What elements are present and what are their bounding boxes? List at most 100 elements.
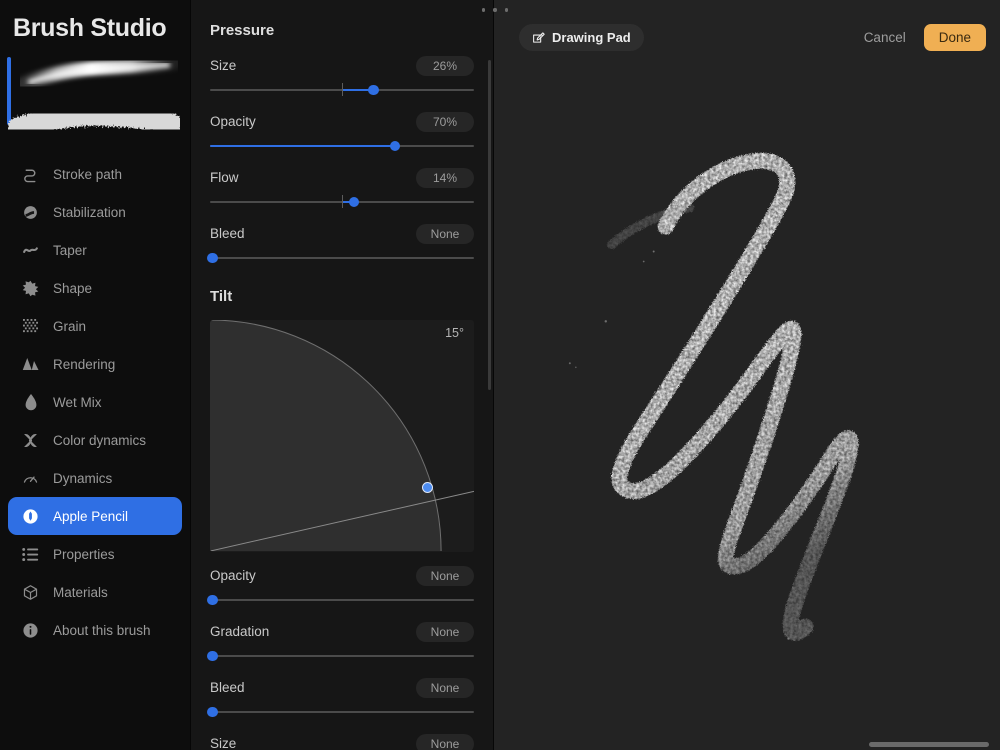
sidebar-item-about-this-brush[interactable]: About this brush: [8, 611, 182, 649]
slider-center-tick: [342, 195, 343, 208]
control-tilt-opacity: Opacity None: [210, 552, 474, 608]
control-label: Size: [210, 58, 236, 73]
sidebar-item-wet-mix[interactable]: Wet Mix: [8, 383, 182, 421]
slider-knob[interactable]: [207, 651, 218, 662]
tilt-pad-graphic: [210, 320, 474, 551]
slider-pressure-size[interactable]: [210, 82, 474, 98]
control-pressure-flow: Flow 14%: [210, 154, 474, 210]
slider-knob[interactable]: [368, 85, 379, 96]
sidebar-item-label: Properties: [53, 547, 115, 562]
control-value-pill[interactable]: 70%: [416, 112, 474, 132]
sidebar-item-taper[interactable]: Taper: [8, 231, 182, 269]
control-label: Bleed: [210, 680, 245, 695]
slider-center-tick: [342, 83, 343, 96]
tilt-angle-value: 15°: [445, 326, 464, 340]
sidebar-item-label: Grain: [53, 319, 86, 334]
control-value-pill[interactable]: 14%: [416, 168, 474, 188]
sidebar-item-rendering[interactable]: Rendering: [8, 345, 182, 383]
section-header-tilt: Tilt: [210, 266, 474, 308]
sidebar-item-label: About this brush: [53, 623, 151, 638]
horizontal-scrollbar[interactable]: [869, 742, 989, 747]
info-icon: [21, 621, 40, 640]
slider-pressure-flow[interactable]: [210, 194, 474, 210]
control-tilt-size: Size None: [210, 720, 474, 750]
control-pressure-opacity: Opacity 70%: [210, 98, 474, 154]
sidebar-item-label: Materials: [53, 585, 108, 600]
color-dynamics-icon: [21, 431, 40, 450]
slider-knob[interactable]: [207, 595, 218, 606]
sidebar-item-label: Color dynamics: [53, 433, 146, 448]
apple-pencil-icon: [21, 507, 40, 526]
sidebar-nav: Stroke path Stabilization Taper: [0, 153, 190, 649]
slider-tilt-gradation[interactable]: [210, 648, 474, 664]
settings-panel: Pressure Size 26% Opacity 70%: [190, 0, 493, 750]
dot: [505, 8, 508, 11]
control-value-pill[interactable]: None: [416, 622, 474, 642]
slider-pressure-bleed[interactable]: [210, 250, 474, 266]
control-label: Gradation: [210, 624, 269, 639]
sidebar-item-color-dynamics[interactable]: Color dynamics: [8, 421, 182, 459]
sidebar-item-label: Apple Pencil: [53, 509, 128, 524]
sidebar-item-stabilization[interactable]: Stabilization: [8, 193, 182, 231]
soft-stroke-preview: [20, 54, 178, 98]
dynamics-icon: [21, 469, 40, 488]
slider-tilt-opacity[interactable]: [210, 592, 474, 608]
control-label: Bleed: [210, 226, 245, 241]
slider-track: [210, 257, 474, 259]
slider-tilt-bleed[interactable]: [210, 704, 474, 720]
slider-knob[interactable]: [390, 141, 401, 152]
section-header-pressure: Pressure: [210, 0, 474, 42]
drawing-canvas-area[interactable]: Drawing Pad Cancel Done: [493, 0, 1000, 750]
brush-studio-window: Brush Studio: [0, 0, 1000, 750]
slider-pressure-opacity[interactable]: [210, 138, 474, 154]
sidebar-item-label: Wet Mix: [53, 395, 102, 410]
dot: [482, 8, 485, 11]
tilt-handle[interactable]: [422, 482, 433, 493]
rendering-icon: [21, 355, 40, 374]
panel-vertical-scrollbar[interactable]: [488, 60, 491, 390]
page-title: Brush Studio: [0, 0, 190, 43]
sidebar-item-properties[interactable]: Properties: [8, 535, 182, 573]
grain-icon: [21, 317, 40, 336]
taper-icon: [21, 241, 40, 260]
sidebar-item-grain[interactable]: Grain: [8, 307, 182, 345]
brush-preview: [0, 46, 190, 153]
sidebar-item-materials[interactable]: Materials: [8, 573, 182, 611]
sidebar-item-shape[interactable]: Shape: [8, 269, 182, 307]
sidebar-item-stroke-path[interactable]: Stroke path: [8, 155, 182, 193]
control-label: Opacity: [210, 568, 256, 583]
sidebar-item-label: Shape: [53, 281, 92, 296]
control-pressure-size: Size 26%: [210, 42, 474, 98]
sidebar-item-apple-pencil[interactable]: Apple Pencil: [8, 497, 182, 535]
sidebar-item-label: Stabilization: [53, 205, 126, 220]
control-value-pill[interactable]: None: [416, 734, 474, 750]
sidebar-item-dynamics[interactable]: Dynamics: [8, 459, 182, 497]
wet-mix-icon: [21, 393, 40, 412]
control-tilt-gradation: Gradation None: [210, 608, 474, 664]
hard-stroke-preview: [8, 102, 180, 150]
sidebar: Brush Studio: [0, 0, 190, 750]
shape-icon: [21, 279, 40, 298]
properties-icon: [21, 545, 40, 564]
stabilization-icon: [21, 203, 40, 222]
control-label: Opacity: [210, 114, 256, 129]
materials-icon: [21, 583, 40, 602]
slider-track: [210, 711, 474, 713]
control-value-pill[interactable]: 26%: [416, 56, 474, 76]
control-value-pill[interactable]: None: [416, 566, 474, 586]
brush-stroke-artwork: [494, 0, 1000, 749]
sidebar-item-label: Rendering: [53, 357, 115, 372]
control-value-pill[interactable]: None: [416, 678, 474, 698]
control-tilt-bleed: Bleed None: [210, 664, 474, 720]
slider-knob[interactable]: [349, 197, 360, 208]
control-value-pill[interactable]: None: [416, 224, 474, 244]
slider-knob[interactable]: [207, 253, 218, 264]
sidebar-item-label: Taper: [53, 243, 87, 258]
control-label: Size: [210, 736, 236, 750]
three-dots-handle[interactable]: [482, 4, 508, 16]
tilt-angle-pad[interactable]: 15°: [210, 320, 474, 552]
slider-knob[interactable]: [207, 707, 218, 718]
dot: [493, 8, 496, 11]
control-label: Flow: [210, 170, 239, 185]
sidebar-item-label: Dynamics: [53, 471, 112, 486]
